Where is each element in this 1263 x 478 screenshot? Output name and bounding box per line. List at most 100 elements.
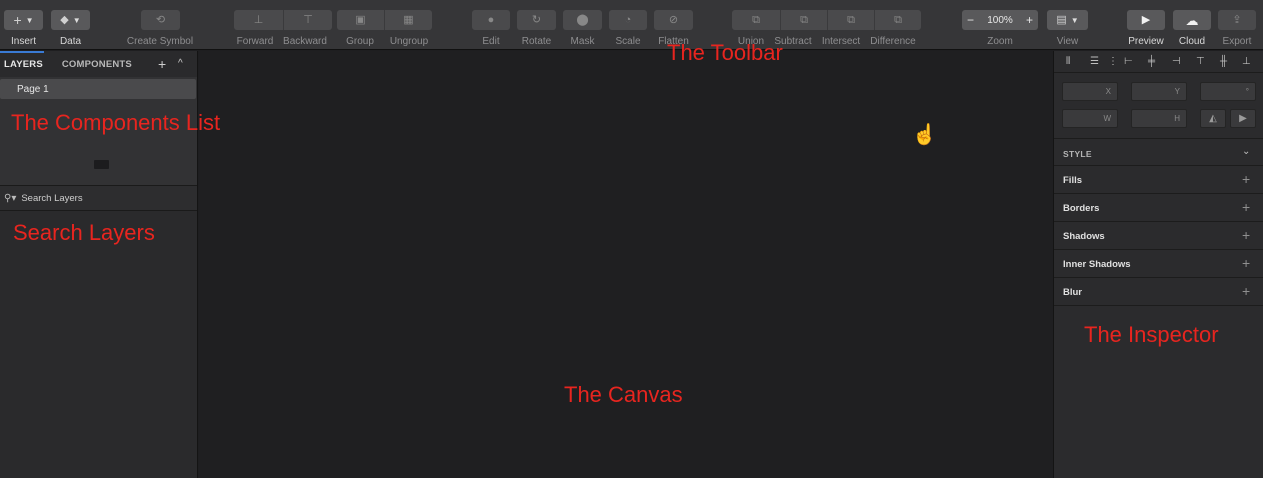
- annotation-inspector: The Inspector: [1084, 322, 1219, 347]
- layer-search[interactable]: ⚲▾ Search Layers: [0, 185, 197, 211]
- backward-button[interactable]: ⊤: [283, 10, 332, 30]
- tab-layers[interactable]: LAYERS: [4, 59, 43, 70]
- align-icon[interactable]: ╫: [1220, 56, 1227, 67]
- plus-icon: +: [13, 12, 22, 28]
- difference-button[interactable]: ⧉: [874, 10, 921, 30]
- flip-horizontal-button[interactable]: ◭: [1200, 109, 1226, 128]
- alignment-toolbar: ⫴ ☰ ⋮ ⊢ ╪ ⊣ ⊤ ╫ ⊥: [1054, 51, 1263, 73]
- fills-section: Fills +: [1054, 166, 1263, 194]
- data-button[interactable]: ◆ ▼: [51, 10, 90, 30]
- backward-label: Backward: [283, 36, 327, 47]
- export-button[interactable]: ⇪: [1218, 10, 1256, 30]
- mask-label: Mask: [570, 36, 595, 47]
- align-icon[interactable]: ⊥: [1242, 56, 1251, 67]
- add-fill-button[interactable]: +: [1242, 171, 1250, 187]
- mask-button[interactable]: ⬤: [563, 10, 602, 30]
- intersect-icon: ⧉: [847, 13, 855, 26]
- view-label: View: [1056, 36, 1079, 47]
- add-inner-shadow-button[interactable]: +: [1242, 255, 1250, 271]
- scale-icon: ◔: [624, 13, 632, 26]
- blur-label: Blur: [1063, 287, 1082, 298]
- rotate-label: Rotate: [521, 36, 552, 47]
- rotate-button[interactable]: ↻: [517, 10, 556, 30]
- intersect-button[interactable]: ⧉: [827, 10, 874, 30]
- add-blur-button[interactable]: +: [1242, 283, 1250, 299]
- annotation-toolbar: The Toolbar: [667, 40, 783, 65]
- zoom-control[interactable]: − 100% +: [962, 10, 1038, 30]
- add-shadow-button[interactable]: +: [1242, 227, 1250, 243]
- x-field[interactable]: X: [1062, 82, 1118, 101]
- group-button[interactable]: ▣: [337, 10, 384, 30]
- add-border-button[interactable]: +: [1242, 199, 1250, 215]
- rotation-field[interactable]: °: [1200, 82, 1256, 101]
- pages-resize-handle[interactable]: [94, 160, 109, 169]
- edit-button[interactable]: ●: [472, 10, 510, 30]
- panel-tabs: LAYERS COMPONENTS + ^: [0, 51, 197, 77]
- ungroup-button[interactable]: ▦: [384, 10, 432, 30]
- cloud-button[interactable]: ☁: [1173, 10, 1211, 30]
- y-field[interactable]: Y: [1131, 82, 1187, 101]
- subtract-button[interactable]: ⧉: [780, 10, 827, 30]
- borders-label: Borders: [1063, 203, 1100, 214]
- align-icon[interactable]: ⊤: [1196, 56, 1205, 67]
- flip-vertical-button[interactable]: ▶: [1230, 109, 1256, 128]
- align-icon[interactable]: ☰: [1090, 56, 1099, 67]
- align-icon[interactable]: ⋮: [1108, 56, 1118, 67]
- symbol-icon: ⟲: [155, 13, 166, 26]
- rotate-icon: ↻: [531, 13, 542, 26]
- insert-label: Insert: [10, 36, 36, 47]
- tab-components[interactable]: COMPONENTS: [62, 59, 132, 70]
- backward-icon: ⊤: [303, 13, 313, 26]
- style-header[interactable]: STYLE ⌄: [1054, 138, 1263, 166]
- zoom-value: 100%: [987, 14, 1013, 26]
- active-tab-indicator: [0, 51, 44, 53]
- intersect-label: Intersect: [821, 36, 861, 47]
- add-page-button[interactable]: +: [158, 56, 166, 72]
- export-label: Export: [1222, 36, 1252, 47]
- style-title: STYLE: [1063, 149, 1092, 159]
- align-icon[interactable]: ⊣: [1172, 56, 1181, 67]
- align-icon[interactable]: ⫴: [1066, 56, 1070, 67]
- height-field[interactable]: H: [1131, 109, 1187, 128]
- flatten-button[interactable]: ⊘: [654, 10, 693, 30]
- hand-cursor-icon: ☝: [912, 124, 937, 146]
- flatten-icon: ⊘: [668, 13, 679, 26]
- subtract-icon: ⧉: [800, 13, 808, 26]
- align-icon[interactable]: ⊢: [1124, 56, 1133, 67]
- scale-button[interactable]: ◔: [609, 10, 647, 30]
- union-icon: ⧉: [752, 13, 760, 26]
- zoom-label: Zoom: [987, 36, 1013, 47]
- union-button[interactable]: ⧉: [732, 10, 780, 30]
- annotation-canvas: The Canvas: [564, 382, 683, 407]
- annotation-components-list: The Components List: [11, 110, 221, 135]
- page-item[interactable]: Page 1: [0, 79, 196, 99]
- collapse-pages-button[interactable]: ^: [178, 58, 183, 69]
- shadows-section: Shadows +: [1054, 222, 1263, 250]
- borders-section: Borders +: [1054, 194, 1263, 222]
- inspector: ⫴ ☰ ⋮ ⊢ ╪ ⊣ ⊤ ╫ ⊥ X Y ° W H ◭ ▶ STYLE ⌄ …: [1053, 51, 1263, 478]
- edit-label: Edit: [482, 36, 500, 47]
- preview-label: Preview: [1128, 36, 1164, 47]
- canvas[interactable]: [199, 51, 1053, 478]
- shadows-label: Shadows: [1063, 231, 1105, 242]
- cloud-icon: ☁: [1185, 12, 1199, 28]
- zoom-out-button[interactable]: −: [967, 13, 974, 27]
- insert-button[interactable]: + ▼: [4, 10, 43, 30]
- preview-button[interactable]: ▶: [1127, 10, 1165, 30]
- width-field[interactable]: W: [1062, 109, 1118, 128]
- forward-button[interactable]: ⊥: [234, 10, 283, 30]
- toolbar: + ▼ Insert ◆ ▼ Data ⟲ Create Symbol ⊥ ⊤ Fo…: [0, 0, 1263, 50]
- zoom-in-button[interactable]: +: [1026, 13, 1033, 27]
- create-symbol-button[interactable]: ⟲: [141, 10, 180, 30]
- chevron-down-icon: ▼: [1070, 15, 1079, 25]
- search-input[interactable]: Search Layers: [21, 193, 82, 204]
- ungroup-label: Ungroup: [389, 36, 429, 47]
- align-icon[interactable]: ╪: [1148, 56, 1155, 67]
- forward-label: Forward: [236, 36, 274, 47]
- forward-icon: ⊥: [253, 13, 264, 26]
- chevron-down-icon: ▼: [25, 15, 34, 25]
- ungroup-icon: ▦: [403, 13, 414, 26]
- view-button[interactable]: ▤ ▼: [1047, 10, 1088, 30]
- create-symbol-label: Create Symbol: [126, 36, 194, 47]
- search-icon: ⚲▾: [4, 192, 17, 204]
